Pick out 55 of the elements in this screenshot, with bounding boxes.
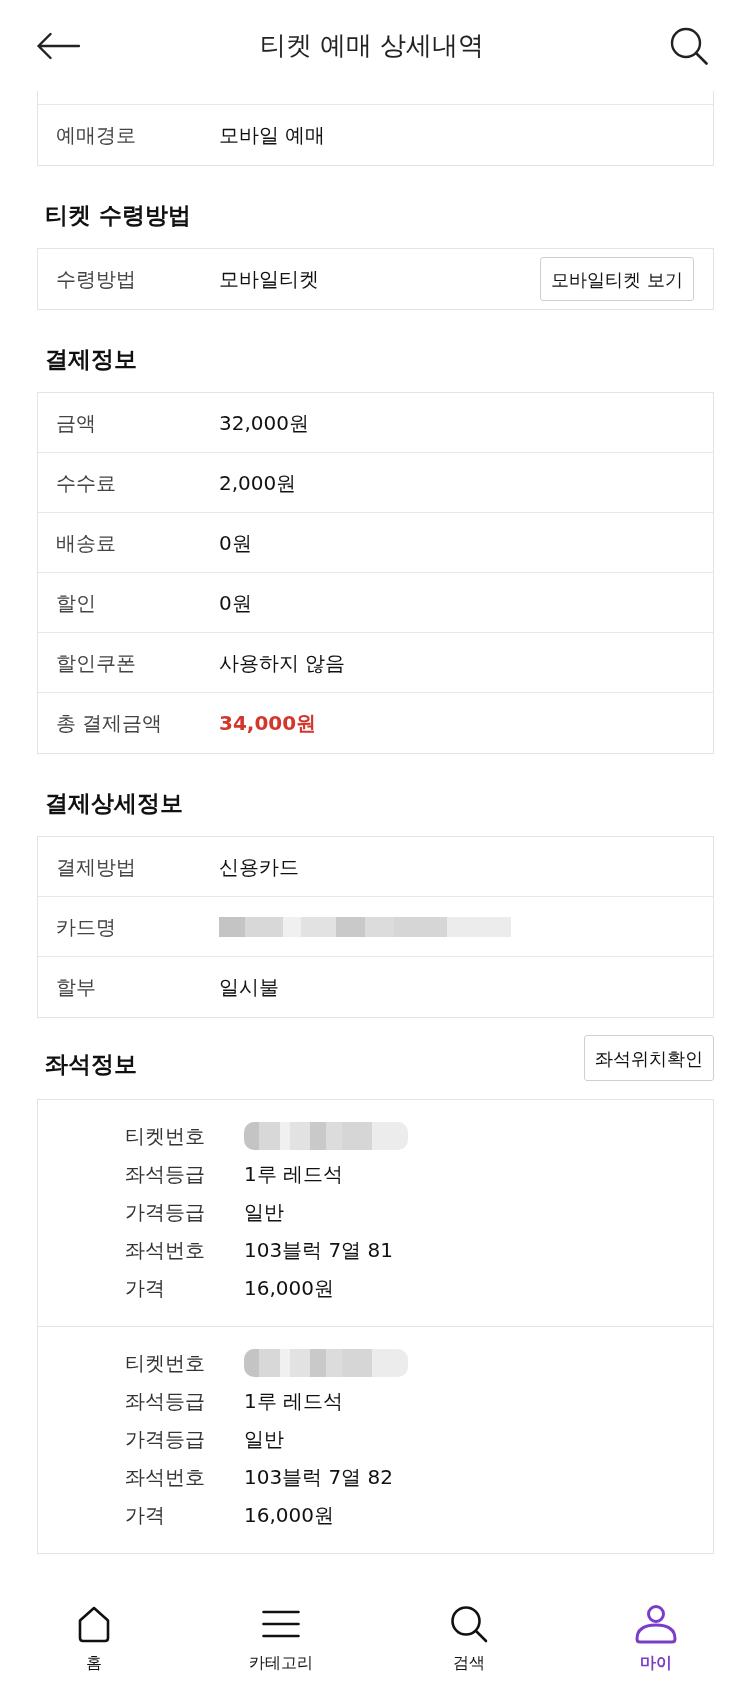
- row-label: 할부: [56, 974, 97, 1001]
- row-label: 예매경로: [56, 122, 137, 149]
- field-value: 16,000원: [244, 1275, 334, 1302]
- menu-icon: [262, 1609, 301, 1639]
- row-label: 결제방법: [56, 853, 137, 881]
- field-value: 일반: [244, 1199, 284, 1226]
- field-label: 좌석등급: [125, 1388, 206, 1415]
- field-label: 가격등급: [125, 1426, 206, 1453]
- row-value: 0원: [219, 529, 252, 557]
- field-value: 1루 레드석: [244, 1388, 344, 1415]
- nav-tab[interactable]: 카테고리: [187, 1590, 375, 1681]
- field-value: 16,000원: [244, 1502, 334, 1529]
- search-icon[interactable]: [670, 26, 708, 65]
- section-heading: 티켓 수령방법: [44, 201, 192, 230]
- field-label: 좌석등급: [125, 1161, 206, 1188]
- row-label: 수수료: [56, 469, 117, 497]
- field-label: 티켓번호: [125, 1350, 206, 1377]
- row-label: 할인: [56, 589, 97, 617]
- field-label: 좌석번호: [125, 1237, 206, 1264]
- row-label: 수령방법: [56, 266, 137, 293]
- seat-location-button[interactable]: 좌석위치확인: [584, 1035, 714, 1081]
- row-label: 금액: [56, 409, 97, 437]
- row-value: 모바일티켓: [219, 266, 319, 293]
- row-label: 총 결제금액: [56, 710, 164, 737]
- row-label: 카드명: [56, 913, 117, 941]
- nav-tab[interactable]: 마이: [562, 1590, 750, 1681]
- row-value: 0원: [219, 589, 252, 617]
- field-value: 1루 레드석: [244, 1161, 344, 1188]
- field-value: 103블럭 7열 81: [244, 1237, 394, 1264]
- nav-tab[interactable]: 홈: [0, 1590, 188, 1681]
- field-label: 가격: [125, 1275, 166, 1302]
- row-value: 2,000원: [219, 469, 297, 497]
- section-heading: 결제상세정보: [44, 789, 184, 818]
- row-value: 신용카드: [219, 853, 299, 881]
- field-value: 103블럭 7열 82: [244, 1464, 394, 1491]
- total-amount: 34,000원: [219, 710, 317, 737]
- field-label: 좌석번호: [125, 1464, 206, 1491]
- field-value: 일반: [244, 1426, 284, 1453]
- back-arrow-icon[interactable]: [36, 31, 80, 60]
- section-heading: 좌석정보: [44, 1050, 137, 1079]
- person-icon: [634, 1604, 679, 1644]
- search-icon: [449, 1605, 488, 1643]
- row-value: 32,000원: [219, 409, 309, 437]
- row-value: 일시불: [219, 974, 279, 1001]
- field-label: 티켓번호: [125, 1123, 206, 1150]
- row-label: 배송료: [56, 529, 117, 557]
- row-label: 할인쿠폰: [56, 649, 137, 677]
- row-value: 사용하지 않음: [219, 649, 346, 677]
- row-value: 모바일 예매: [219, 122, 326, 149]
- nav-tab[interactable]: 검색: [375, 1590, 563, 1681]
- field-label: 가격: [125, 1502, 166, 1529]
- view-ticket-button[interactable]: 모바일티켓 보기: [540, 257, 694, 301]
- page-title: 티켓 예매 상세내역: [258, 29, 486, 62]
- section-heading: 결제정보: [44, 345, 138, 374]
- field-label: 가격등급: [125, 1199, 206, 1226]
